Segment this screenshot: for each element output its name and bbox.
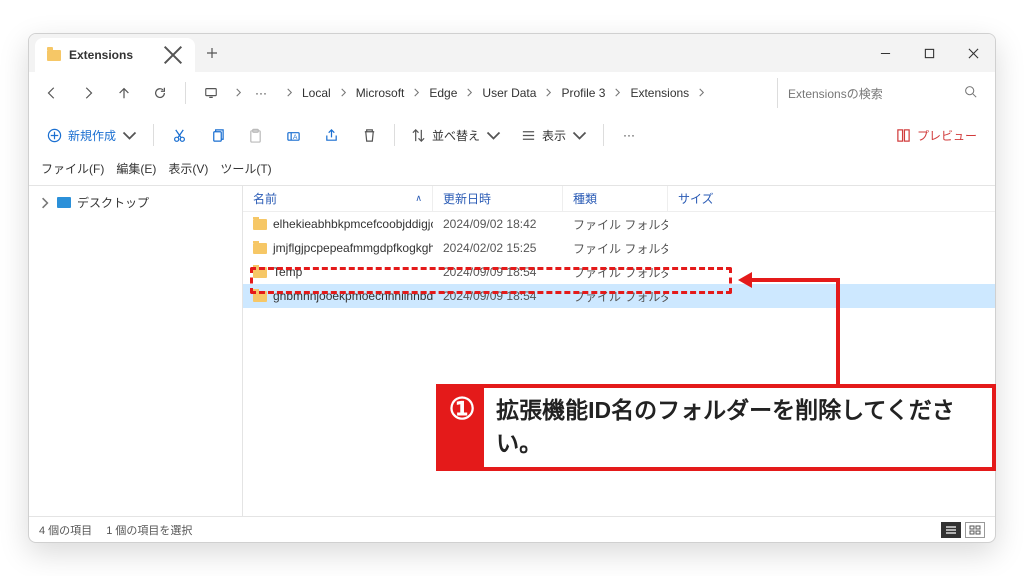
search-icon — [964, 85, 977, 101]
folder-icon — [253, 291, 267, 302]
file-row[interactable]: Temp 2024/09/09 18:54 ファイル フォルダー — [243, 260, 995, 284]
desktop-icon — [57, 197, 71, 208]
minimize-button[interactable] — [863, 34, 907, 72]
more-button[interactable]: ··· — [612, 120, 646, 150]
breadcrumb-seg[interactable]: Microsoft — [352, 84, 409, 102]
view-label: 表示 — [542, 127, 566, 144]
title-bar: Extensions — [29, 34, 995, 72]
folder-icon — [253, 267, 267, 278]
folder-icon — [253, 219, 267, 230]
cut-button[interactable] — [162, 120, 196, 150]
annotation-arrow — [752, 278, 840, 282]
menu-file[interactable]: ファイル(F) — [37, 158, 108, 179]
annotation-badge: ① — [440, 388, 484, 467]
monitor-icon[interactable] — [196, 78, 226, 108]
toolbar: 新規作成 A 並べ替え 表示 ··· — [29, 114, 995, 156]
tree-label: デスクトップ — [77, 194, 149, 211]
forward-button[interactable] — [73, 78, 103, 108]
annotation-text: 拡張機能ID名のフォルダーを削除してください。 — [484, 388, 992, 467]
copy-button[interactable] — [200, 120, 234, 150]
status-count: 4 個の項目 — [39, 522, 92, 538]
column-headers: 名前∧ 更新日時 種類 サイズ — [243, 186, 995, 212]
annotation-callout: ① 拡張機能ID名のフォルダーを削除してください。 — [436, 384, 996, 471]
svg-text:A: A — [293, 133, 298, 140]
file-row-selected[interactable]: ghbmnnjooekpmoecnnnilnnbdlolhkhi 2024/09… — [243, 284, 995, 308]
icons-view-button[interactable] — [965, 522, 985, 538]
delete-button[interactable] — [352, 120, 386, 150]
close-window-button[interactable] — [951, 34, 995, 72]
annotation-arrow-head — [738, 272, 752, 288]
share-button[interactable] — [314, 120, 348, 150]
view-button[interactable]: 表示 — [513, 120, 595, 150]
sort-asc-icon: ∧ — [415, 193, 422, 204]
search-placeholder: Extensionsの検索 — [788, 85, 883, 102]
col-name[interactable]: 名前∧ — [243, 186, 433, 211]
status-selected: 1 個の項目を選択 — [106, 522, 192, 538]
rename-button[interactable]: A — [276, 120, 310, 150]
search-input[interactable]: Extensionsの検索 — [777, 78, 987, 108]
menu-edit[interactable]: 編集(E) — [112, 158, 160, 179]
folder-icon — [47, 50, 61, 61]
menu-tool[interactable]: ツール(T) — [216, 158, 275, 179]
new-tab-button[interactable] — [195, 34, 229, 72]
paste-button[interactable] — [238, 120, 272, 150]
breadcrumb-seg[interactable]: Local — [298, 84, 335, 102]
col-size[interactable]: サイズ — [668, 186, 738, 211]
chevron-right-icon — [39, 197, 51, 209]
col-type[interactable]: 種類 — [563, 186, 668, 211]
menu-bar: ファイル(F) 編集(E) 表示(V) ツール(T) — [29, 156, 995, 185]
window-tab[interactable]: Extensions — [35, 38, 195, 72]
menu-view[interactable]: 表示(V) — [164, 158, 212, 179]
nav-sidebar: デスクトップ — [29, 186, 243, 516]
file-row[interactable]: elhekieabhbkpmcefcoobjddigjcaadp 2024/09… — [243, 212, 995, 236]
breadcrumb-seg[interactable]: User Data — [478, 84, 540, 102]
back-button[interactable] — [37, 78, 67, 108]
close-tab-button[interactable] — [163, 45, 183, 65]
refresh-button[interactable] — [145, 78, 175, 108]
chevron-right-icon — [232, 86, 245, 100]
col-date[interactable]: 更新日時 — [433, 186, 563, 211]
new-button[interactable]: 新規作成 — [39, 120, 145, 150]
breadcrumb-seg[interactable]: Extensions — [626, 84, 693, 102]
breadcrumb-ellipsis[interactable]: ··· — [251, 84, 271, 102]
breadcrumb-seg[interactable]: Profile 3 — [557, 84, 609, 102]
file-row[interactable]: jmjflgjpcpepeafmmgdpfkogkghcpiha 2024/02… — [243, 236, 995, 260]
breadcrumb[interactable]: Local Microsoft Edge User Data Profile 3… — [277, 78, 771, 108]
tab-title: Extensions — [69, 48, 133, 62]
nav-row: ··· Local Microsoft Edge User Data Profi… — [29, 72, 995, 114]
annotation-arrow — [836, 278, 840, 384]
sort-button[interactable]: 並べ替え — [403, 120, 509, 150]
folder-icon — [253, 243, 267, 254]
maximize-button[interactable] — [907, 34, 951, 72]
sort-label: 並べ替え — [432, 127, 480, 144]
details-view-button[interactable] — [941, 522, 961, 538]
up-button[interactable] — [109, 78, 139, 108]
breadcrumb-seg[interactable]: Edge — [425, 84, 461, 102]
preview-button[interactable]: プレビュー — [888, 120, 985, 150]
status-bar: 4 個の項目 1 個の項目を選択 — [29, 516, 995, 542]
tree-item-desktop[interactable]: デスクトップ — [29, 190, 242, 215]
preview-label: プレビュー — [917, 127, 977, 144]
new-label: 新規作成 — [68, 127, 116, 144]
